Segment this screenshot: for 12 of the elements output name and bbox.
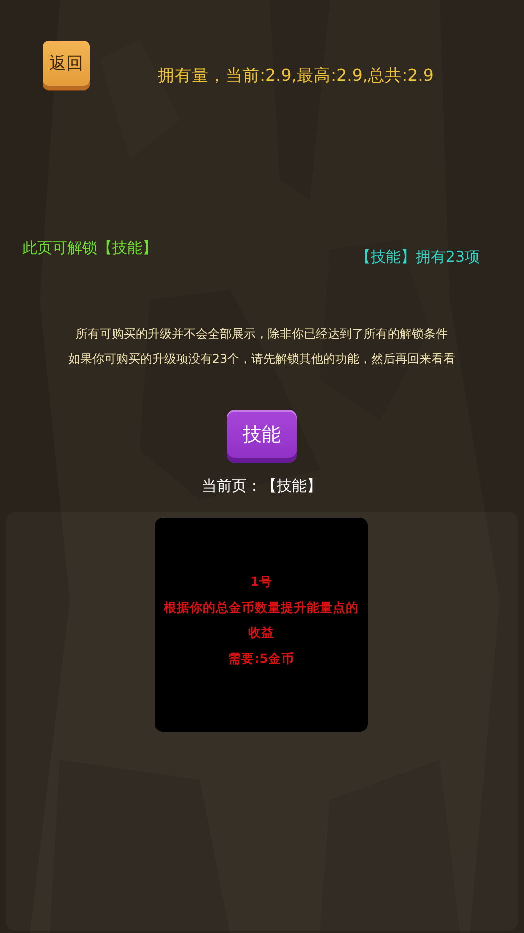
owned-count: 【技能】拥有23项 bbox=[356, 248, 480, 267]
tab[interactable]: 技能 bbox=[227, 410, 297, 463]
back-button[interactable]: 返回 bbox=[43, 40, 90, 90]
current-page-label: 当前页：【技能】 bbox=[202, 477, 322, 496]
upgrade-description: 根据你的总金币数量提升能量点的收益 bbox=[163, 598, 360, 642]
upgrade-number: 1号 bbox=[250, 573, 272, 591]
unlock-note: 此页可解锁【技能】 bbox=[22, 238, 158, 259]
stats-text: 拥有量，当前:2.9,最高:2.9,总共:2.9 bbox=[158, 65, 434, 87]
upgrade-card[interactable]: 1号 根据你的总金币数量提升能量点的收益 需要:5金币 bbox=[155, 518, 368, 732]
notice-text: 如果你可购买的升级项没有23个，请先解锁其他的功能，然后再回来看看 bbox=[68, 351, 456, 368]
upgrade-cost: 需要:5金币 bbox=[228, 650, 294, 668]
notice-text: 所有可购买的升级并不会全部展示，除非你已经达到了所有的解锁条件 bbox=[76, 326, 448, 343]
